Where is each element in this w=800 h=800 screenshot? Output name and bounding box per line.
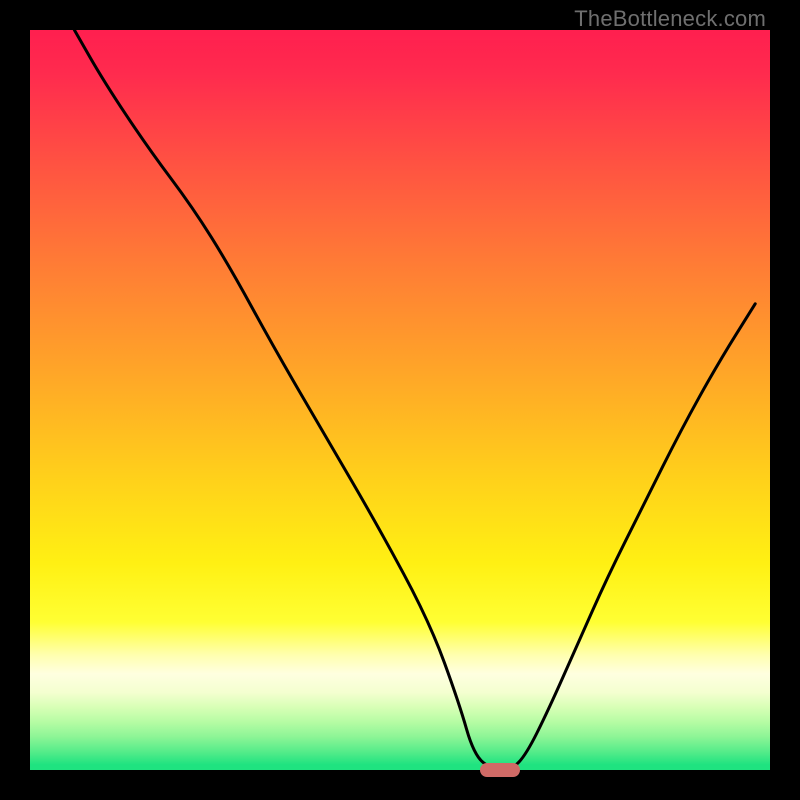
optimal-marker [480,763,520,777]
plot-area [30,30,770,770]
bottleneck-curve [30,30,770,770]
watermark-label: TheBottleneck.com [574,6,766,32]
chart-frame [30,30,770,770]
